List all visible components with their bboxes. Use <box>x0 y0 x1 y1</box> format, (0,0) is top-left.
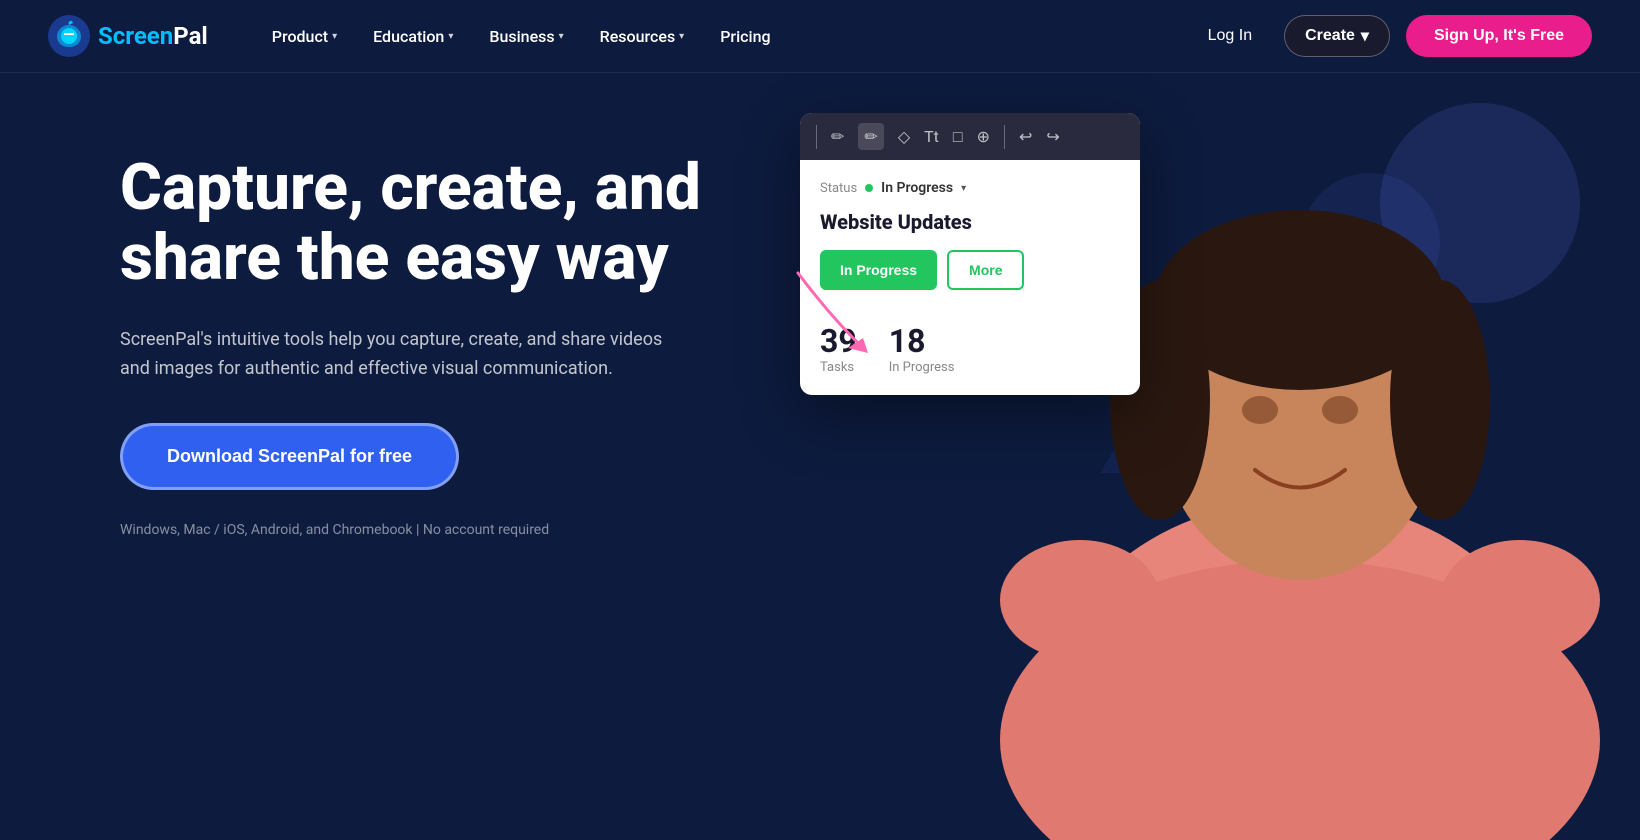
mockup-status: Status In Progress ▾ <box>820 180 1120 196</box>
nav-right: Log In Create ▾ Sign Up, It's Free <box>1192 15 1592 57</box>
login-button[interactable]: Log In <box>1192 19 1268 53</box>
navigation: ScreenPal Product ▾ Education ▾ Business… <box>0 0 1640 73</box>
more-button[interactable]: More <box>947 250 1024 290</box>
hero-subtitle: ScreenPal's intuitive tools help you cap… <box>120 326 680 384</box>
rectangle-icon[interactable]: □ <box>953 127 963 147</box>
logo[interactable]: ScreenPal <box>48 15 208 57</box>
nav-item-business[interactable]: Business ▾ <box>473 19 579 54</box>
chevron-down-icon: ▾ <box>332 31 337 42</box>
draw-icon[interactable]: ✏ <box>858 123 883 150</box>
signup-button[interactable]: Sign Up, It's Free <box>1406 15 1592 57</box>
chevron-down-icon: ▾ <box>1361 26 1369 46</box>
mockup-card-title: Website Updates <box>820 210 1120 234</box>
eraser-icon[interactable]: ◇ <box>898 127 910 146</box>
status-chevron-icon: ▾ <box>961 183 966 194</box>
pen-icon[interactable]: ✏ <box>831 127 844 146</box>
create-button[interactable]: Create ▾ <box>1284 15 1390 57</box>
nav-item-product[interactable]: Product ▾ <box>256 19 353 54</box>
download-button[interactable]: Download ScreenPal for free <box>120 423 459 490</box>
hero-content: Capture, create, and share the easy way … <box>0 73 720 840</box>
nav-item-pricing[interactable]: Pricing <box>704 19 786 54</box>
nav-item-education[interactable]: Education ▾ <box>357 19 469 54</box>
hero-section: Capture, create, and share the easy way … <box>0 73 1640 840</box>
logo-text: ScreenPal <box>98 22 208 50</box>
in-progress-label: In Progress <box>889 360 955 375</box>
arrow-annotation <box>768 253 888 377</box>
in-progress-stat: 18 In Progress <box>889 322 955 375</box>
text-icon[interactable]: Tt <box>924 127 939 146</box>
nav-item-resources[interactable]: Resources ▾ <box>584 19 701 54</box>
nav-links: Product ▾ Education ▾ Business ▾ Resourc… <box>256 19 1192 54</box>
chevron-down-icon: ▾ <box>679 31 684 42</box>
toolbar-divider <box>816 125 817 149</box>
chevron-down-icon: ▾ <box>559 31 564 42</box>
platform-info: Windows, Mac / iOS, Android, and Chromeb… <box>120 522 720 538</box>
in-progress-count: 18 <box>889 322 955 360</box>
zoom-icon[interactable]: ⊕ <box>977 127 990 146</box>
status-text: In Progress <box>881 180 953 196</box>
status-indicator <box>865 184 873 192</box>
undo-icon[interactable]: ↩ <box>1019 127 1032 146</box>
hero-title: Capture, create, and share the easy way <box>120 153 720 294</box>
mockup-toolbar: ✏ ✏ ◇ Tt □ ⊕ ↩ ↪ <box>800 113 1140 160</box>
hero-visual: ✏ ✏ ◇ Tt □ ⊕ ↩ ↪ Status In Progress ▾ We… <box>720 73 1640 840</box>
chevron-down-icon: ▾ <box>448 31 453 42</box>
toolbar-divider-2 <box>1004 125 1005 149</box>
redo-icon[interactable]: ↪ <box>1046 127 1059 146</box>
